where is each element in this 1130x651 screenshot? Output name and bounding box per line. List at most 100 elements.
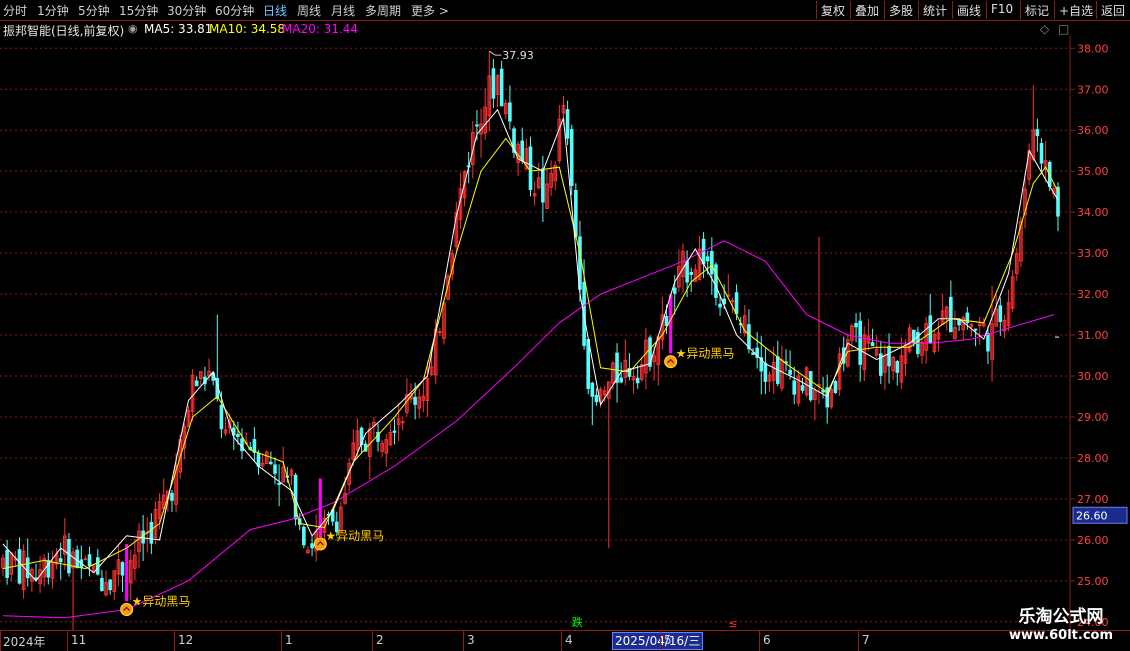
date-label: 6 bbox=[763, 633, 771, 647]
watermark: 乐淘公式网 www.60lt.com bbox=[996, 606, 1126, 644]
y-tick-label: 36.00 bbox=[1077, 124, 1109, 137]
toolbar-separator bbox=[1054, 1, 1055, 19]
date-separator bbox=[858, 631, 859, 651]
toolbar-separator bbox=[884, 1, 885, 19]
toolbar-button-7[interactable]: +自选 bbox=[1059, 2, 1093, 19]
candle-body bbox=[491, 68, 496, 99]
date-label: 1 bbox=[285, 633, 293, 647]
candle-body bbox=[986, 332, 990, 352]
tab-period-1[interactable]: 1分钟 bbox=[37, 2, 69, 19]
toolbar-separator bbox=[850, 1, 851, 19]
candle-body bbox=[302, 526, 306, 546]
toolbar-button-2[interactable]: 多股 bbox=[889, 2, 913, 19]
date-label: 3 bbox=[467, 633, 475, 647]
tab-period-2[interactable]: 5分钟 bbox=[78, 2, 110, 19]
candle-body bbox=[5, 549, 9, 578]
axis-marker: ≤ bbox=[728, 617, 737, 630]
candle-body bbox=[635, 377, 640, 384]
candle-body bbox=[574, 190, 578, 237]
signal-bar bbox=[125, 543, 129, 602]
tab-period-9[interactable]: 多周期 bbox=[365, 2, 401, 19]
date-separator bbox=[561, 631, 562, 651]
candle-body bbox=[800, 385, 805, 391]
candle-body bbox=[236, 433, 240, 437]
watermark-url: www.60lt.com bbox=[1008, 628, 1114, 643]
candle-body bbox=[949, 296, 953, 333]
candle-body bbox=[219, 404, 224, 430]
collapse-icon[interactable]: □ bbox=[1058, 22, 1069, 36]
diamond-icon[interactable]: ◇ bbox=[1040, 22, 1049, 36]
tab-period-0[interactable]: 分时 bbox=[3, 2, 27, 19]
signal-label: ★异动黑马 bbox=[676, 347, 735, 361]
candle-body bbox=[594, 394, 599, 403]
candle-body bbox=[438, 331, 442, 334]
candle-body bbox=[108, 579, 112, 591]
candle-body bbox=[792, 380, 797, 395]
indicator-info-bar: 振邦智能(日线,前复权) ◉ MA5: 33.81 MA10: 34.58 MA… bbox=[0, 21, 1070, 38]
tab-period-3[interactable]: 15分钟 bbox=[119, 2, 158, 19]
candle-body bbox=[392, 430, 397, 433]
toolbar-button-5[interactable]: F10 bbox=[991, 2, 1013, 16]
candle-body bbox=[95, 557, 100, 575]
date-separator bbox=[660, 631, 661, 651]
date-separator bbox=[281, 631, 282, 651]
tab-period-8[interactable]: 月线 bbox=[331, 2, 355, 19]
toolbar-button-1[interactable]: 叠加 bbox=[855, 2, 879, 19]
tab-period-7[interactable]: 周线 bbox=[297, 2, 321, 19]
candle-body bbox=[714, 264, 718, 298]
candle-body bbox=[508, 102, 512, 122]
toolbar-button-0[interactable]: 复权 bbox=[821, 2, 845, 19]
candle-body bbox=[100, 578, 104, 592]
toolbar-separator bbox=[918, 1, 919, 19]
candle-body bbox=[833, 380, 838, 394]
candle-body bbox=[170, 492, 174, 501]
period-toolbar: 分时 1分钟 5分钟 15分钟 30分钟 60分钟 日线 周线 月线 多周期 更多 > 返回 +自选 标记… bbox=[0, 0, 1130, 21]
candle-body bbox=[586, 338, 590, 389]
y-tick-label: 38.00 bbox=[1077, 42, 1109, 55]
toolbar-button-6[interactable]: 标记 bbox=[1025, 2, 1049, 19]
y-tick-label: 29.00 bbox=[1077, 411, 1109, 424]
y-tick-label: 32.00 bbox=[1077, 288, 1109, 301]
candle-body bbox=[685, 261, 689, 283]
date-separator bbox=[372, 631, 373, 651]
candle-body bbox=[998, 305, 1003, 323]
tab-period-6[interactable]: 日线 bbox=[263, 2, 287, 19]
candle-body bbox=[870, 342, 875, 347]
high-pointer bbox=[489, 50, 502, 56]
toolbar-separator bbox=[986, 1, 987, 19]
candle-body bbox=[718, 303, 722, 308]
candle-body bbox=[75, 549, 79, 569]
settings-dropdown-icon[interactable]: ◉ bbox=[128, 22, 138, 35]
candle-body bbox=[763, 363, 768, 382]
tab-period-5[interactable]: 60分钟 bbox=[215, 2, 254, 19]
candle-body bbox=[520, 140, 525, 161]
tab-period-4[interactable]: 30分钟 bbox=[167, 2, 206, 19]
candle-body bbox=[808, 371, 813, 401]
signal-label: ★异动黑马 bbox=[132, 595, 191, 609]
tab-more[interactable]: 更多 > bbox=[411, 2, 449, 19]
y-tick-label: 34.00 bbox=[1077, 206, 1109, 219]
toolbar-button-4[interactable]: 画线 bbox=[957, 2, 981, 19]
candle-body bbox=[528, 146, 533, 190]
date-separator bbox=[759, 631, 760, 651]
y-tick-label: 26.00 bbox=[1077, 534, 1109, 547]
toolbar-button-8[interactable]: 返回 bbox=[1101, 2, 1125, 19]
toolbar-button-3[interactable]: 统计 bbox=[923, 2, 947, 19]
candle-body bbox=[751, 352, 755, 355]
ma10-label: MA10: 34.58 bbox=[209, 22, 286, 36]
candle-body bbox=[973, 328, 978, 331]
date-label: 12 bbox=[178, 633, 194, 647]
candle-body bbox=[788, 369, 792, 375]
date-axis: 2025/04/16/三 2024年 11 12 1 2 3 4 5 6 7 bbox=[0, 630, 1130, 651]
candle-body bbox=[887, 346, 891, 367]
date-label: 5 bbox=[664, 633, 672, 647]
candle-body bbox=[672, 287, 677, 294]
candle-body bbox=[705, 256, 710, 262]
candle-body bbox=[730, 300, 735, 303]
toolbar-separator bbox=[1020, 1, 1021, 19]
candle-body bbox=[895, 361, 900, 373]
kline-chart[interactable]: 24.0025.0026.0027.0028.0029.0030.0031.00… bbox=[0, 36, 1130, 630]
candle-body bbox=[1035, 129, 1040, 137]
date-label: 11 bbox=[71, 633, 87, 647]
ma20-line bbox=[2, 240, 1055, 619]
